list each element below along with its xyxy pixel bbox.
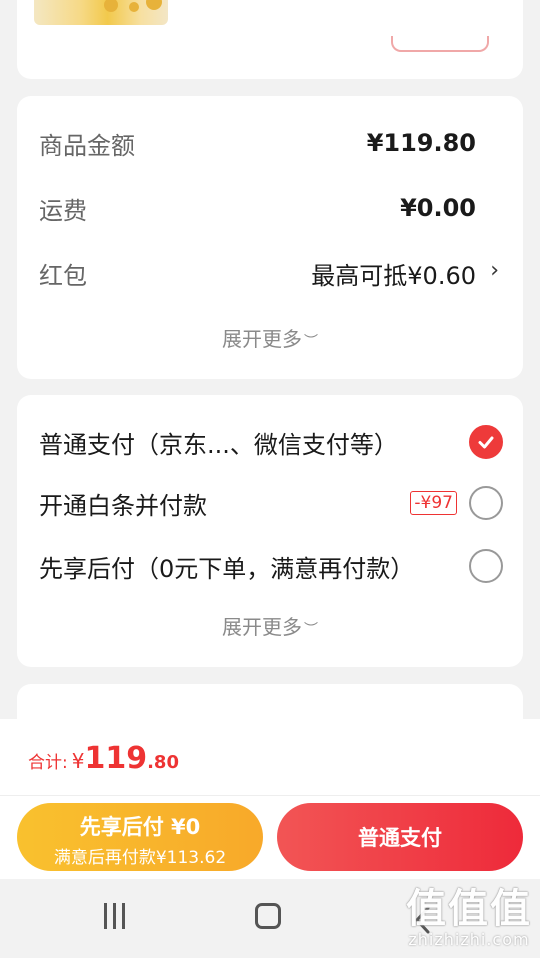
outline-button[interactable] xyxy=(391,36,489,52)
goods-amount-row: 商品金额 ¥119.80 xyxy=(39,125,476,161)
payment-option-label: 先享后付（0元下单，满意再付款） xyxy=(39,554,415,583)
chevron-down-icon: ︶ xyxy=(304,622,318,638)
expand-more-payment[interactable]: 展开更多 ︶ xyxy=(17,611,523,640)
chevron-right-icon[interactable]: › xyxy=(490,258,499,283)
pay-later-subtitle: 满意后再付款¥113.62 xyxy=(53,848,227,868)
red-packet-label: 红包 xyxy=(39,261,87,290)
watermark-logo: 值值值 xyxy=(406,886,532,932)
red-packet-value: 最高可抵¥0.60 xyxy=(311,261,476,290)
expand-more-label: 展开更多 xyxy=(222,327,302,351)
total-integer: 119 xyxy=(84,741,148,776)
total-label: 合计: xyxy=(28,753,68,773)
checked-radio-icon[interactable] xyxy=(469,425,503,459)
normal-pay-label: 普通支付 xyxy=(358,826,442,850)
goods-amount-label: 商品金额 xyxy=(39,131,135,160)
payment-option-pay-later[interactable]: 先享后付（0元下单，满意再付款） xyxy=(39,546,503,586)
recent-apps-icon[interactable] xyxy=(104,903,125,929)
payment-option-baitiao[interactable]: 开通白条并付款 -¥97 xyxy=(39,483,503,523)
payment-card: 普通支付（京东...、微信支付等） 开通白条并付款 -¥97 先享后付（0元下单… xyxy=(17,395,523,667)
pay-later-title: 先享后付 ¥0 xyxy=(79,815,201,839)
pay-later-button[interactable]: 先享后付 ¥0 满意后再付款¥113.62 xyxy=(17,803,263,871)
red-packet-row[interactable]: 红包 最高可抵¥0.60 xyxy=(39,255,476,291)
goods-amount-value: ¥119.80 xyxy=(366,129,476,157)
payment-option-label: 普通支付（京东...、微信支付等） xyxy=(39,430,398,459)
expand-more-amount[interactable]: 展开更多 ︶ xyxy=(17,323,523,352)
discount-badge: -¥97 xyxy=(410,491,457,515)
checkout-bar: 合计: ¥ 119 .80 先享后付 ¥0 满意后再付款¥113.62 普通支付 xyxy=(0,719,540,879)
divider xyxy=(0,795,540,796)
total-currency: ¥ xyxy=(71,749,85,773)
home-icon[interactable] xyxy=(255,903,281,929)
payment-option-normal[interactable]: 普通支付（京东...、微信支付等） xyxy=(39,422,503,462)
shipping-label: 运费 xyxy=(39,196,87,225)
normal-pay-button[interactable]: 普通支付 xyxy=(277,803,523,871)
chevron-down-icon: ︶ xyxy=(304,334,318,350)
product-thumbnail[interactable] xyxy=(34,0,168,25)
shipping-row: 运费 ¥0.00 xyxy=(39,190,476,226)
shipping-value: ¥0.00 xyxy=(400,194,476,222)
payment-option-label: 开通白条并付款 xyxy=(39,491,207,520)
site-watermark: 值值值 zhizhizhi.com xyxy=(406,876,532,949)
amount-card: 商品金额 ¥119.80 运费 ¥0.00 红包 最高可抵¥0.60 › 展开更… xyxy=(17,96,523,379)
radio-icon[interactable] xyxy=(469,486,503,520)
total-decimal: .80 xyxy=(147,752,179,773)
expand-more-label: 展开更多 xyxy=(222,615,302,639)
watermark-url: zhizhizhi.com xyxy=(408,930,530,949)
total-amount: 合计: ¥ 119 .80 xyxy=(28,741,179,776)
product-card xyxy=(17,0,523,79)
radio-icon[interactable] xyxy=(469,549,503,583)
